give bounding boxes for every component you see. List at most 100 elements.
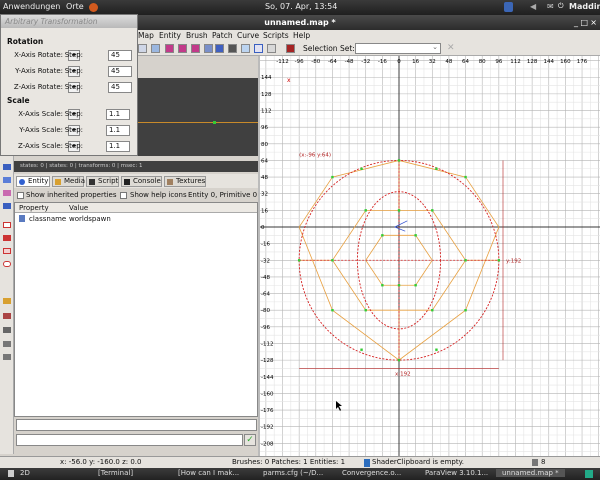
power-icon[interactable]: ⏻ [558,2,564,11]
patch-endcap-icon[interactable] [3,327,11,333]
y-tick-label: 64 [261,158,268,164]
browser-icon[interactable] [89,3,98,12]
patch-vertex [381,284,384,287]
column-value[interactable]: Value [69,203,88,213]
y-tick-label: -32 [261,258,270,264]
patch-vertex [497,259,501,262]
close-icon[interactable]: × [590,15,597,30]
workspace-switcher-icon[interactable] [585,470,593,478]
menu-entity[interactable]: Entity [159,31,181,40]
patch-vertex [414,284,417,287]
shield-icon[interactable] [504,2,513,12]
camera-view[interactable] [138,78,258,156]
y-tick-label: -176 [261,408,274,414]
csg-tool-button[interactable] [267,44,276,53]
entity-options-row: Show inherited properties Show help icon… [14,190,258,202]
clear-selection-set-icon[interactable]: ✕ [447,43,455,53]
x-tick-label: 0 [397,59,401,65]
flip-x-button[interactable] [151,44,160,53]
select-complete-icon[interactable] [3,177,11,183]
x-tick-label: 176 [577,59,588,65]
scale-button[interactable] [204,44,213,53]
apply-property-button[interactable]: ✓ [244,434,256,446]
clock[interactable]: So, 07. Apr, 13:54 [265,2,337,11]
menu-help[interactable]: Help [293,31,310,40]
applications-menu[interactable]: Anwendungen [3,2,60,11]
texture-tool-icon[interactable] [3,298,11,304]
taskbar-item-active[interactable]: unnamed.map * [496,469,565,477]
mail-icon[interactable]: ✉ [547,2,554,11]
selection-set-dropdown[interactable]: ⌄ [355,43,441,54]
patch-vertex [331,309,334,312]
tab-console[interactable]: Console [121,176,162,187]
property-key: classname [29,215,67,223]
maximize-icon[interactable]: □ [580,15,588,30]
dialog-title: Arbitrary Transformation [1,15,137,28]
x-scale-step-field[interactable]: 1.1 [106,109,130,120]
user-name[interactable]: Maddin [569,2,600,11]
z-rotate-step-field[interactable]: 45 [108,82,132,93]
show-help-icons-label: Show help icons [130,191,187,199]
tab-textures[interactable]: Textures [164,176,206,187]
brush-cone-icon[interactable] [3,235,11,241]
rotate-y-button[interactable] [178,44,187,53]
z-rotate-step-label: Step: [64,83,83,91]
menu-map[interactable]: Map [138,31,154,40]
property-value-input[interactable] [16,434,243,446]
camera-tool-button[interactable] [228,44,237,53]
menu-brush[interactable]: Brush [186,31,208,40]
patch-cylinder-icon[interactable] [3,261,11,267]
y-tick-label: -96 [261,325,270,331]
patch-vertex [397,159,401,162]
rotate-x-button[interactable] [165,44,174,53]
z-scale-step-label: Step: [64,142,83,150]
y-scale-step-field[interactable]: 1.1 [106,125,130,136]
column-property[interactable]: Property [19,203,49,213]
patch-cone-icon[interactable] [3,341,11,347]
x-tick-label: -32 [361,59,370,65]
property-table[interactable]: Property Value classname worldspawn [14,202,258,417]
patch-bevel-icon[interactable] [3,313,11,319]
tab-script[interactable]: Script [86,176,119,187]
taskbar-item[interactable]: 2D [20,469,30,477]
taskbar-item[interactable]: Convergence.o... [342,469,401,477]
select-touching-icon[interactable] [3,190,11,196]
brush-sphere-icon[interactable] [3,248,11,254]
show-inherited-checkbox[interactable] [17,192,24,199]
taskbar-item[interactable]: ParaView 3.10.1... [425,469,488,477]
scale-heading: Scale [7,96,30,105]
x-rotate-step-field[interactable]: 45 [108,50,132,61]
select-inside-icon[interactable] [3,203,11,209]
ortho-grid-view[interactable]: -112 -96 -80 -64 -48 -32 -16 0 16 32 48 64 80 96 112 12… [260,56,600,456]
taskbar-item[interactable]: parms.cfg (~/D... [263,469,323,477]
menu-curve[interactable]: Curve [237,31,259,40]
table-row[interactable]: classname worldspawn [15,214,257,224]
property-value: worldspawn [69,215,111,223]
translate-tool-button[interactable] [241,44,250,53]
select-tool-button[interactable] [215,44,224,53]
tab-media[interactable]: Media [52,176,85,187]
speaker-icon[interactable]: ◀ [530,2,536,11]
places-menu[interactable]: Orte [66,2,84,11]
property-key-input[interactable] [16,419,257,431]
show-help-icons-checkbox[interactable] [120,192,127,199]
texture-lock-button[interactable] [286,44,295,53]
brush-prism-icon[interactable] [3,222,11,228]
z-scale-step-field[interactable]: 1.1 [106,141,130,152]
tab-entity[interactable]: Entity [16,176,50,187]
patch-square-icon[interactable] [3,354,11,360]
minimize-icon[interactable]: _ [574,15,578,30]
clipper-tool-button[interactable] [138,44,147,53]
rotate-z-button[interactable] [191,44,200,53]
resize-tool-button[interactable] [254,44,263,53]
menu-scripts[interactable]: Scripts [263,31,289,40]
show-desktop-icon[interactable] [8,470,14,477]
y-rotate-step-field[interactable]: 45 [108,66,132,77]
taskbar-item[interactable]: [How can I mak... [178,469,239,477]
y-tick-label: 80 [261,142,268,148]
taskbar-item[interactable]: [Terminal] [98,469,133,477]
ortho-grid-canvas[interactable]: -112 -96 -80 -64 -48 -32 -16 0 16 32 48 64 80 96 112 12… [260,56,600,456]
window-title: unnamed.map * [264,18,336,27]
menu-patch[interactable]: Patch [212,31,233,40]
select-entity-icon[interactable] [3,164,11,170]
